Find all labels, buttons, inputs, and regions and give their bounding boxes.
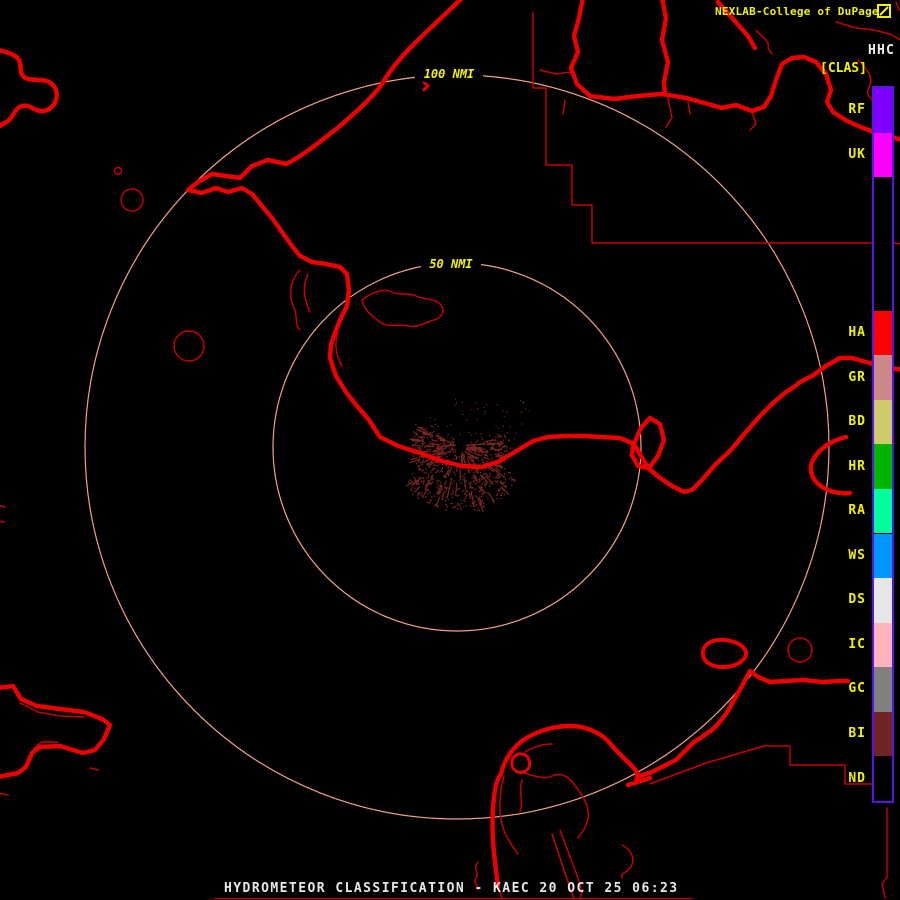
legend-bar (872, 86, 894, 803)
legend-label-bi: BI (848, 725, 866, 741)
range-ring-labels: 100 NMI 50 NMI (415, 65, 483, 272)
lake-bottom-outline (490, 723, 641, 889)
lake-topleft (0, 48, 59, 129)
range-rings (84, 74, 830, 820)
product-mode-tag: [CLAS] (820, 61, 867, 76)
legend-label-rf: RF (848, 102, 866, 118)
legend-swatch-ic (874, 622, 892, 668)
coastline-loop (629, 415, 667, 471)
island-bottomright (700, 637, 749, 670)
legend-label-nd: ND (848, 770, 866, 786)
legend-label-ra: RA (848, 503, 866, 519)
legend-label-ic: IC (848, 636, 866, 652)
radar-map-canvas: 100 NMI 50 NMI (0, 0, 900, 900)
legend-label-bd: BD (848, 414, 866, 430)
legend-label-gr: GR (848, 369, 866, 385)
legend-label-gc: GC (848, 681, 866, 697)
radar-display: 100 NMI 50 NMI NEXLAB-College of DuPage … (0, 0, 900, 900)
brand-title: NEXLAB-College of DuPage (715, 5, 879, 18)
legend-swatch-uk (874, 132, 892, 178)
range-ring-100nmi (84, 74, 830, 820)
river-branch-right (808, 434, 853, 496)
brand-flag-icon (877, 4, 891, 18)
range-ring-50nmi (272, 262, 642, 632)
legend-swatch-bi (874, 711, 892, 757)
legend-label-ha: HA (848, 325, 866, 341)
status-bar-text: HYDROMETEOR CLASSIFICATION - KAEC 20 OCT… (224, 881, 679, 896)
legend-swatch-gc (874, 667, 892, 712)
legend-swatch-bd (874, 399, 892, 445)
legend-swatch-gr (874, 355, 892, 400)
legend-swatch-rf (874, 88, 892, 133)
ring-label-100nmi: 100 NMI (424, 67, 475, 81)
legend-label-uk: UK (848, 146, 866, 162)
legend-label-ds: DS (848, 592, 866, 608)
legend-swatch-ws (874, 533, 892, 579)
legend-swatch-hr (874, 444, 892, 489)
map-lines-thick (0, 0, 900, 889)
legend-swatch-ds (874, 578, 892, 623)
coastline-bottomright (634, 668, 851, 780)
legend-swatch-nd (874, 756, 892, 801)
legend-label-hr: HR (848, 458, 866, 474)
coastline-main (185, 0, 900, 495)
peninsula-bottomleft (0, 683, 113, 779)
legend-label-ws: WS (848, 547, 866, 563)
ring-label-50nmi: 50 NMI (429, 257, 473, 271)
legend-swatch-ha (874, 310, 892, 356)
legend-swatch-ra (874, 488, 892, 534)
product-code: HHC (868, 43, 896, 58)
